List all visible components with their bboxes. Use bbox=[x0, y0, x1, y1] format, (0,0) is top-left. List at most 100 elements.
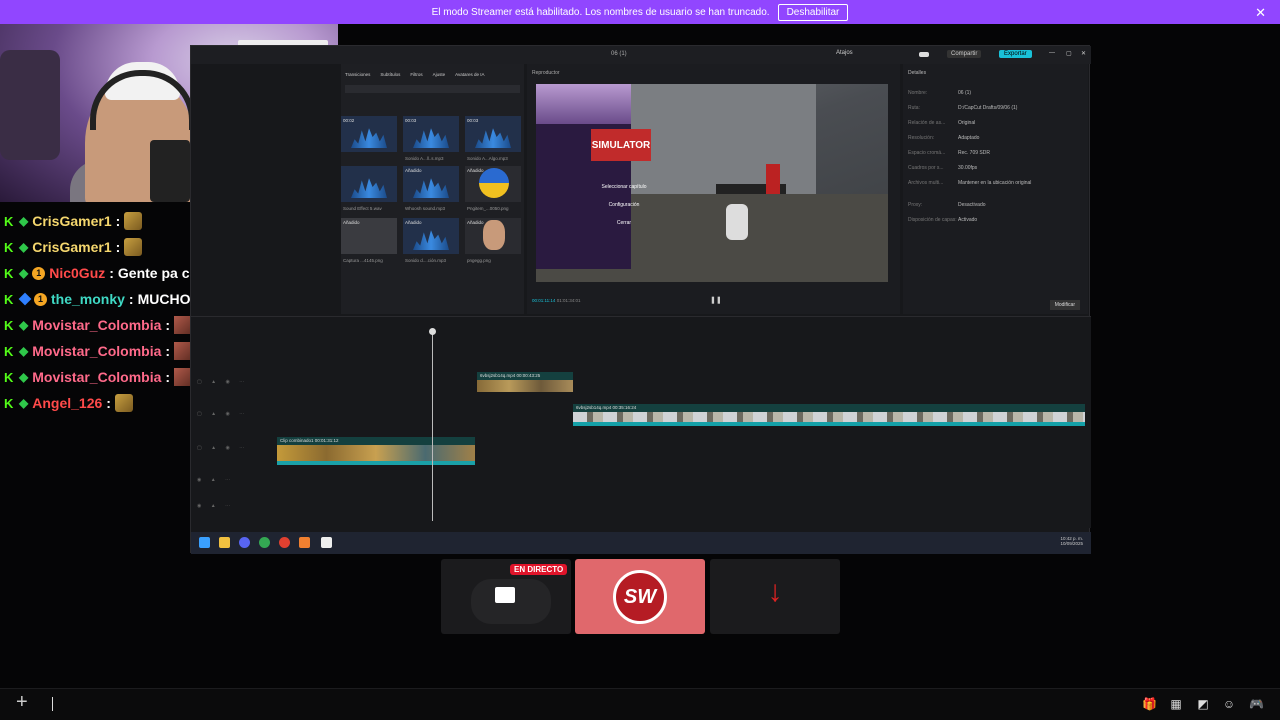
chat-username[interactable]: Movistar_Colombia bbox=[32, 343, 161, 359]
chat-username[interactable]: the_monky bbox=[51, 291, 125, 307]
track-icons-4[interactable]: ◉ ▲ ⋯ bbox=[197, 477, 234, 483]
details-key: Espacio cromá... bbox=[908, 150, 946, 156]
minimize-icon[interactable]: — bbox=[1049, 50, 1055, 56]
capcut-icon[interactable] bbox=[321, 537, 332, 548]
chat-separator: : bbox=[165, 317, 171, 333]
track-icons-3[interactable]: ▢ ▲ ◉ ⋯ bbox=[197, 445, 248, 451]
export-button[interactable]: Exportar bbox=[999, 50, 1032, 58]
sticker-icon[interactable]: ◩ bbox=[1196, 697, 1210, 711]
editor-titlebar: 06 (1) Atajos Compartir Exportar — ▢ ✕ bbox=[191, 46, 1091, 64]
media-tab[interactable]: Subtítulos bbox=[380, 72, 400, 77]
media-search-input[interactable] bbox=[345, 85, 520, 93]
discord-icon[interactable] bbox=[239, 537, 250, 548]
chat-input-bar: + 🎁 ▦ ◩ ☺ 🎮 bbox=[0, 688, 1280, 720]
media-item[interactable]: Añadido Captura ...4145.png bbox=[341, 218, 397, 263]
track-icons-5[interactable]: ◉ ▲ ⋯ bbox=[197, 503, 234, 509]
media-tab[interactable]: Avatares de IA bbox=[455, 72, 484, 77]
game-menu-item[interactable]: Seleccionar capítulo bbox=[594, 178, 654, 196]
shortcuts-button[interactable]: Atajos bbox=[836, 50, 853, 56]
chat-username[interactable]: CrisGamer1 bbox=[32, 239, 111, 255]
video-preview: SIMULATOR Seleccionar capítulo Configurac… bbox=[536, 84, 888, 282]
emote-icon bbox=[114, 394, 133, 412]
track-icons-1[interactable]: ▢ ▲ ◉ ⋯ bbox=[197, 379, 248, 385]
track-icons-2[interactable]: ▢ ▲ ◉ ⋯ bbox=[197, 411, 248, 417]
timeline-clip[interactable]: Clip combinado1 00:01:31:12 bbox=[277, 437, 475, 465]
browser-icon[interactable] bbox=[279, 537, 290, 548]
monitor-icon bbox=[495, 587, 515, 603]
details-value: 30.00fps bbox=[958, 165, 978, 171]
media-item[interactable]: 00:03 Sonido A...Algo.mp3 bbox=[465, 116, 521, 161]
media-item-tag: Añadido bbox=[467, 220, 484, 225]
timeline-playhead[interactable] bbox=[429, 328, 436, 521]
details-row: Archivos multi... Mantener en la ubicació… bbox=[908, 180, 1031, 186]
chat-separator: : bbox=[115, 213, 121, 229]
start-icon[interactable] bbox=[199, 537, 210, 548]
pause-icon[interactable]: ❚❚ bbox=[710, 296, 722, 304]
details-header: Detalles bbox=[908, 70, 927, 76]
chrome-icon[interactable] bbox=[259, 537, 270, 548]
details-value: Rec. 709 SDR bbox=[958, 150, 990, 156]
app-icon[interactable] bbox=[299, 537, 310, 548]
media-item[interactable]: Añadido Pngitem_...0050.png bbox=[465, 166, 521, 211]
chat-username[interactable]: Movistar_Colombia bbox=[32, 369, 161, 385]
maximize-icon[interactable]: ▢ bbox=[1066, 50, 1072, 57]
media-item-label: pngegg.png bbox=[467, 258, 491, 263]
gift-icon[interactable]: 🎁 bbox=[1142, 697, 1157, 711]
chat-username[interactable]: CrisGamer1 bbox=[32, 213, 111, 229]
video-editor-window: 06 (1) Atajos Compartir Exportar — ▢ ✕ T… bbox=[190, 45, 1091, 554]
scene-sw-logo[interactable]: SW bbox=[575, 559, 705, 634]
windows-taskbar: 10:42 p. m. 10/09/2025 bbox=[191, 532, 1091, 554]
cube-badge-icon bbox=[18, 292, 32, 306]
game-menu-item[interactable]: Configuración bbox=[594, 196, 654, 214]
face-image bbox=[483, 220, 505, 250]
chat-input[interactable] bbox=[52, 697, 53, 711]
gif-icon[interactable]: ▦ bbox=[1169, 697, 1183, 711]
share-button[interactable]: Compartir bbox=[947, 50, 982, 58]
emoji-icon[interactable]: ☺ bbox=[1222, 697, 1236, 711]
modify-button[interactable]: Modificar bbox=[1049, 300, 1080, 310]
preview-figure-red bbox=[766, 164, 780, 194]
close-icon[interactable]: ✕ bbox=[1255, 5, 1266, 21]
microphone bbox=[150, 140, 190, 202]
scene-brand-logo[interactable]: ↓ bbox=[710, 559, 840, 634]
chat-separator: : bbox=[106, 395, 111, 411]
timeline-clip[interactable]: 6vbsj2sb14q.mp4 00:35:16:24 bbox=[573, 404, 1085, 426]
disable-streamer-mode-button[interactable]: Deshabilitar bbox=[777, 3, 849, 21]
media-item[interactable]: 00:02 bbox=[341, 116, 397, 152]
details-row: Proxy: Desactivado bbox=[908, 202, 986, 208]
timeline-ruler bbox=[271, 331, 1091, 337]
media-item[interactable]: Sound Effect 5.wav bbox=[341, 166, 397, 211]
media-item[interactable]: Añadido pngegg.png bbox=[465, 218, 521, 263]
brand-logo-icon: ↓ bbox=[767, 575, 783, 608]
details-key: Relación de as... bbox=[908, 120, 946, 126]
chat-username[interactable]: Angel_126 bbox=[32, 395, 102, 411]
media-tab[interactable]: Ajuste bbox=[433, 72, 446, 77]
media-item-tag: 00:02 bbox=[343, 118, 355, 123]
window-close-icon[interactable]: ✕ bbox=[1081, 50, 1086, 57]
preview-game-title: SIMULATOR bbox=[591, 129, 651, 161]
screen-root: El modo Streamer está habilitado. Los no… bbox=[0, 0, 1280, 720]
chat-username[interactable]: Nic0Guz bbox=[49, 265, 105, 281]
details-row: Disposición de capas: Activado bbox=[908, 217, 977, 223]
media-tab[interactable]: Filtros bbox=[410, 72, 422, 77]
timeline-clip[interactable]: 6vbsj2sb14q.mp4 00:00:43:25 bbox=[477, 372, 573, 392]
gamepad-icon[interactable]: 🎮 bbox=[1249, 697, 1264, 711]
chat-username[interactable]: Movistar_Colombia bbox=[32, 317, 161, 333]
add-icon[interactable]: + bbox=[16, 691, 28, 714]
folder-icon[interactable] bbox=[219, 537, 230, 548]
details-key: Ruta: bbox=[908, 105, 920, 111]
media-item[interactable]: Añadido Whoosh sound.mp3 bbox=[403, 166, 459, 211]
media-item[interactable]: Añadido Sonido d....ción.mp3 bbox=[403, 218, 459, 263]
details-key: Archivos multi... bbox=[908, 180, 944, 186]
media-item[interactable]: 00:03 Sonido A...ll..s.mp3 bbox=[403, 116, 459, 161]
kick-badge-icon: K bbox=[4, 239, 14, 255]
details-row: Resolución: Adaptado bbox=[908, 135, 979, 141]
details-value: Mantener en la ubicación original bbox=[958, 180, 1032, 186]
diamond-badge-icon: ◆ bbox=[19, 344, 29, 358]
details-value: D:/CapCut Drafts/09/06 (1) bbox=[958, 105, 1018, 111]
media-tab[interactable]: Transiciones bbox=[345, 72, 370, 77]
scene-live-controller[interactable]: EN DIRECTO bbox=[441, 559, 571, 634]
game-menu-item[interactable]: Cerrar bbox=[594, 214, 654, 232]
media-item-label: Whoosh sound.mp3 bbox=[405, 206, 446, 211]
chat-separator: : bbox=[128, 291, 134, 307]
